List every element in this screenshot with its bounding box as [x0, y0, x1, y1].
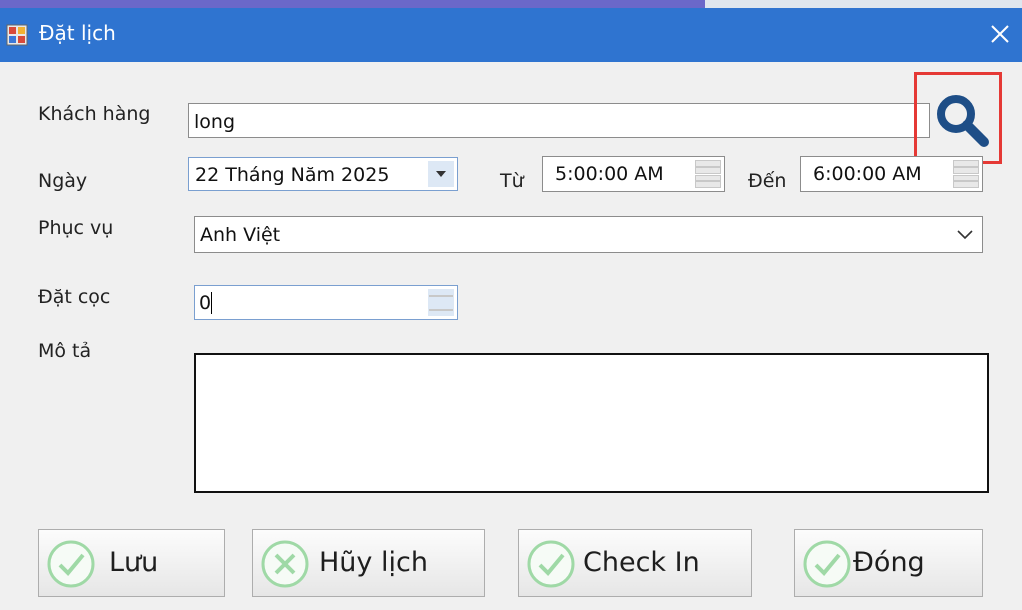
from-time-spinner[interactable] — [695, 160, 721, 188]
spin-down-button[interactable] — [953, 174, 979, 188]
staff-label: Phục vụ — [38, 217, 114, 239]
arrow-up-icon — [954, 165, 978, 168]
check-circle-icon — [803, 540, 851, 588]
arrow-down-icon — [696, 180, 720, 183]
from-time-input[interactable]: 5:00:00 AM — [542, 156, 725, 192]
spin-down-button[interactable] — [428, 303, 454, 316]
arrow-down-icon — [429, 308, 453, 311]
to-time-input[interactable]: 6:00:00 AM — [800, 156, 983, 192]
close-button[interactable]: Đóng — [794, 529, 983, 597]
to-label: Đến — [748, 170, 787, 192]
customer-input[interactable]: long — [188, 103, 930, 138]
staff-select[interactable]: Anh Việt — [194, 216, 983, 253]
arrow-down-icon — [954, 180, 978, 183]
deposit-label: Đặt cọc — [38, 286, 111, 308]
to-time-value: 6:00:00 AM — [813, 163, 922, 185]
close-button-label: Đóng — [853, 547, 925, 578]
spin-down-button[interactable] — [695, 174, 721, 188]
deposit-input[interactable]: 0 — [194, 285, 458, 320]
date-label: Ngày — [38, 170, 88, 192]
customer-input-value: long — [194, 111, 236, 133]
check-in-button[interactable]: Check In — [518, 529, 752, 597]
cancel-booking-label: Hũy lịch — [319, 547, 428, 578]
search-icon[interactable] — [932, 90, 990, 148]
close-icon[interactable] — [984, 18, 1016, 50]
date-dropdown-button[interactable] — [428, 161, 454, 187]
description-label: Mô tả — [38, 340, 92, 362]
chevron-down-icon — [957, 230, 973, 240]
check-circle-icon — [47, 540, 95, 588]
deposit-spinner[interactable] — [428, 289, 454, 316]
from-label: Từ — [500, 170, 524, 192]
window-title: Đặt lịch — [39, 21, 116, 45]
save-button-label: Lưu — [109, 547, 159, 578]
cancel-booking-button[interactable]: Hũy lịch — [252, 529, 485, 597]
background-strip — [0, 0, 1022, 8]
text-cursor — [211, 292, 212, 314]
background-strip-light — [705, 0, 1022, 8]
save-button[interactable]: Lưu — [38, 529, 225, 597]
x-circle-icon — [261, 540, 309, 588]
arrow-up-icon — [429, 294, 453, 297]
customer-label: Khách hàng — [38, 103, 151, 125]
check-circle-icon — [527, 540, 575, 588]
to-time-spinner[interactable] — [953, 160, 979, 188]
staff-select-value: Anh Việt — [200, 224, 281, 246]
app-icon — [6, 24, 28, 46]
title-bar: Đặt lịch — [0, 8, 1022, 62]
date-picker[interactable]: 22 Tháng Năm 2025 — [188, 157, 458, 191]
description-textarea[interactable] — [194, 353, 989, 493]
spin-up-button[interactable] — [428, 289, 454, 302]
from-time-value: 5:00:00 AM — [555, 163, 664, 185]
spin-up-button[interactable] — [695, 160, 721, 174]
deposit-input-value: 0 — [199, 292, 212, 314]
arrow-up-icon — [696, 165, 720, 168]
date-picker-value: 22 Tháng Năm 2025 — [195, 164, 390, 186]
spin-up-button[interactable] — [953, 160, 979, 174]
chevron-down-icon — [436, 171, 446, 177]
check-in-label: Check In — [583, 547, 700, 578]
